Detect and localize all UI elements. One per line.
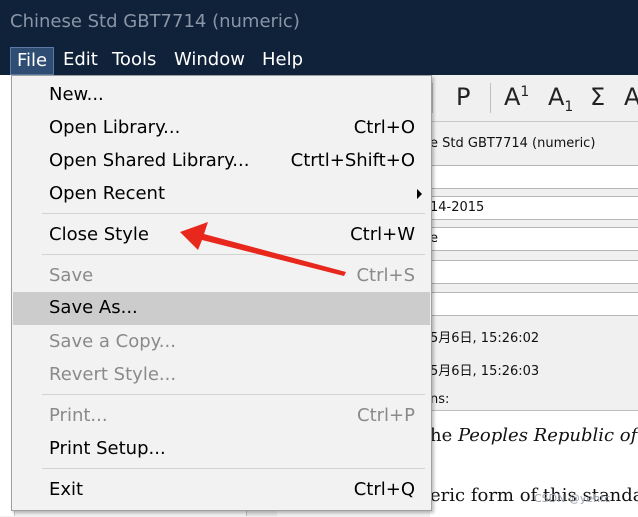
menu-item-open-library[interactable]: Open Library... Ctrl+O: [13, 112, 430, 145]
created-date: 5月6日, 15:26:02: [430, 331, 540, 346]
toolbar-separator: [490, 83, 491, 113]
menu-item-print[interactable]: Print... Ctrl+P: [13, 400, 430, 433]
menu-item-label: Save: [49, 265, 94, 286]
subscript-button[interactable]: A1: [548, 83, 573, 115]
menu-item-label: Open Recent: [49, 183, 166, 204]
menu-window[interactable]: Window: [168, 47, 251, 73]
superscript-icon: A: [504, 83, 521, 111]
field-blank-3[interactable]: [430, 292, 638, 316]
preview-line-1-italic: Peoples Republic of C: [457, 425, 638, 446]
menu-help[interactable]: Help: [256, 47, 309, 73]
watermark: CSDN @yehrc: [534, 492, 611, 505]
menu-separator: [42, 213, 425, 214]
field-blank-1[interactable]: [430, 165, 638, 189]
menu-file[interactable]: File: [10, 47, 55, 75]
menu-item-close-style[interactable]: Close Style Ctrl+W: [13, 219, 430, 252]
menu-item-save-copy[interactable]: Save a Copy...: [13, 326, 430, 359]
menu-separator: [42, 254, 425, 255]
menu-item-label: Revert Style...: [49, 364, 177, 385]
menu-item-label: New...: [49, 84, 104, 105]
menu-item-save[interactable]: Save Ctrl+S: [13, 260, 430, 293]
field-blank-2[interactable]: [430, 260, 638, 284]
menu-item-save-as[interactable]: Save As...: [13, 292, 430, 325]
preview-line-1-prefix: he: [430, 425, 458, 446]
menu-bar: File Edit Tools Window Help: [0, 43, 638, 75]
field-year[interactable]: 14-2015: [430, 196, 638, 220]
shortcut-label: Ctrtl+Shift+O: [290, 150, 415, 171]
preview-line-1: he Peoples Republic of C: [430, 425, 638, 446]
menu-item-label: Save a Copy...: [49, 331, 176, 352]
ns-label: ns:: [430, 392, 450, 407]
submenu-arrow-icon: [417, 189, 422, 199]
subscript-icon: A: [548, 83, 565, 111]
p-button[interactable]: P: [456, 83, 470, 111]
menu-item-new[interactable]: New...: [13, 79, 430, 112]
toolbar-separator: [432, 83, 433, 113]
style-name-label: e Std GBT7714 (numeric): [430, 128, 638, 160]
shortcut-label: Ctrl+P: [357, 405, 415, 426]
shortcut-label: Ctrl+S: [356, 265, 415, 286]
format-toolbar: P A1 A1 Σ A: [430, 75, 638, 122]
shortcut-label: Ctrl+W: [350, 224, 415, 245]
shortcut-label: Ctrl+Q: [353, 479, 415, 500]
menu-separator: [42, 394, 425, 395]
sigma-button[interactable]: Σ: [590, 83, 605, 111]
menu-item-label: Open Library...: [49, 117, 181, 138]
more-format-button[interactable]: A: [624, 83, 638, 111]
subscript-mark: 1: [564, 98, 574, 115]
menu-tools[interactable]: Tools: [106, 47, 162, 73]
superscript-mark: 1: [520, 84, 530, 100]
menu-item-exit[interactable]: Exit Ctrl+Q: [13, 474, 430, 507]
window-title: Chinese Std GBT7714 (numeric): [10, 11, 300, 32]
menu-item-revert-style[interactable]: Revert Style...: [13, 359, 430, 392]
menu-item-open-shared-library[interactable]: Open Shared Library... Ctrtl+Shift+O: [13, 145, 430, 178]
menu-separator: [42, 468, 425, 469]
shortcut-label: Ctrl+O: [353, 117, 415, 138]
menu-edit[interactable]: Edit: [57, 47, 104, 73]
menu-item-open-recent[interactable]: Open Recent: [13, 178, 430, 211]
menu-item-label: Close Style: [49, 224, 149, 245]
menu-item-label: Print Setup...: [49, 438, 166, 459]
title-bar: Chinese Std GBT7714 (numeric): [0, 0, 638, 43]
menu-item-label: Save As...: [49, 297, 138, 318]
menu-item-label: Print...: [49, 405, 108, 426]
menu-item-label: Open Shared Library...: [49, 150, 250, 171]
menu-item-label: Exit: [49, 479, 84, 500]
menu-item-print-setup[interactable]: Print Setup...: [13, 433, 430, 466]
file-menu: New... Open Library... Ctrl+O Open Share…: [11, 75, 432, 511]
field-e[interactable]: e: [430, 227, 638, 251]
modified-date: 5月6日, 15:26:03: [430, 364, 540, 379]
superscript-button[interactable]: A1: [504, 83, 529, 111]
